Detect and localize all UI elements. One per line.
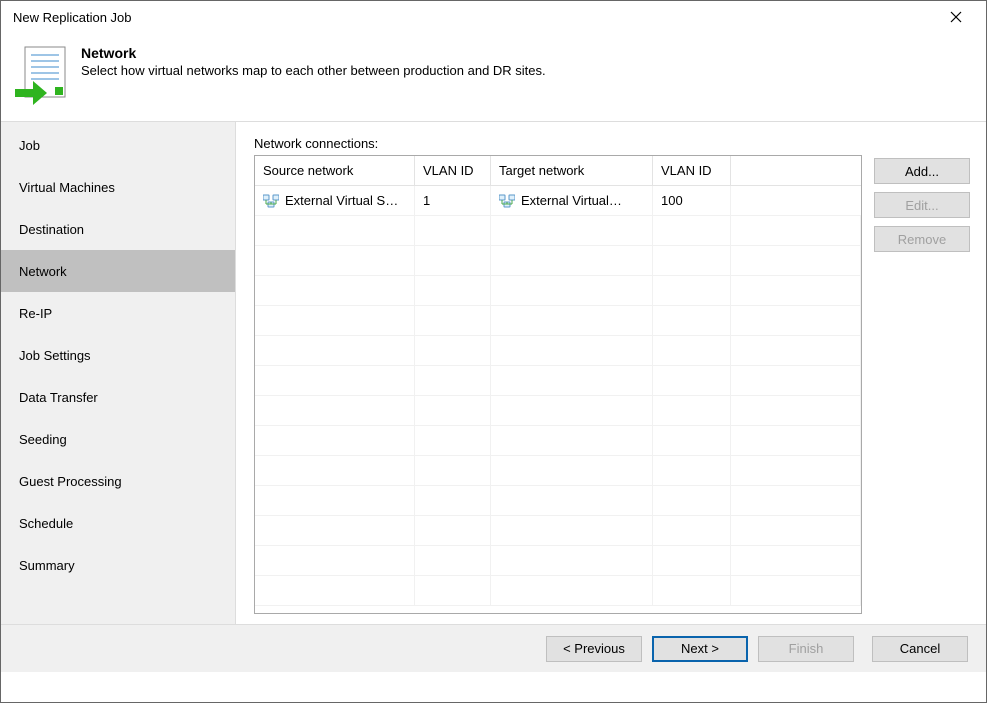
sidebar-item-seeding[interactable]: Seeding <box>1 418 235 460</box>
table-row-empty <box>255 336 861 366</box>
close-button[interactable] <box>936 3 976 31</box>
title-bar: New Replication Job <box>1 1 986 33</box>
edit-button: Edit... <box>874 192 970 218</box>
network-page-icon <box>15 45 67 107</box>
page-description: Select how virtual networks map to each … <box>81 63 546 78</box>
col-source-vlan[interactable]: VLAN ID <box>415 156 491 185</box>
content-panel: Network connections: Source network VLAN… <box>235 122 986 624</box>
network-connections-table[interactable]: Source network VLAN ID Target network VL… <box>254 155 862 614</box>
table-row-empty <box>255 216 861 246</box>
table-label: Network connections: <box>254 136 862 151</box>
sidebar-item-label: Network <box>19 264 67 279</box>
sidebar-item-label: Schedule <box>19 516 73 531</box>
header-text: Network Select how virtual networks map … <box>81 45 546 78</box>
col-target-network[interactable]: Target network <box>491 156 653 185</box>
cell-target-network: External Virtual… <box>521 193 622 208</box>
previous-button[interactable]: < Previous <box>546 636 642 662</box>
sidebar-item-network[interactable]: Network <box>1 250 235 292</box>
table-row-empty <box>255 366 861 396</box>
table-row-empty <box>255 246 861 276</box>
sidebar-item-job-settings[interactable]: Job Settings <box>1 334 235 376</box>
sidebar-item-destination[interactable]: Destination <box>1 208 235 250</box>
sidebar-item-label: Virtual Machines <box>19 180 115 195</box>
close-icon <box>950 11 962 23</box>
col-source-network[interactable]: Source network <box>255 156 415 185</box>
col-spacer <box>731 156 861 185</box>
remove-button: Remove <box>874 226 970 252</box>
sidebar-item-label: Data Transfer <box>19 390 98 405</box>
sidebar-item-label: Summary <box>19 558 75 573</box>
side-button-column: Add... Edit... Remove <box>874 136 970 614</box>
table-row-empty <box>255 396 861 426</box>
cancel-button[interactable]: Cancel <box>872 636 968 662</box>
table-row-empty <box>255 576 861 606</box>
table-row-empty <box>255 546 861 576</box>
sidebar-item-label: Seeding <box>19 432 67 447</box>
table-row-empty <box>255 516 861 546</box>
cell-source-vlan: 1 <box>423 193 430 208</box>
table-row-empty <box>255 456 861 486</box>
window-title: New Replication Job <box>11 10 132 25</box>
col-target-vlan[interactable]: VLAN ID <box>653 156 731 185</box>
sidebar-item-label: Job Settings <box>19 348 91 363</box>
sidebar-item-re-ip[interactable]: Re-IP <box>1 292 235 334</box>
network-icon <box>499 194 515 208</box>
add-button[interactable]: Add... <box>874 158 970 184</box>
sidebar-item-label: Destination <box>19 222 84 237</box>
table-row-empty <box>255 486 861 516</box>
sidebar-item-virtual-machines[interactable]: Virtual Machines <box>1 166 235 208</box>
sidebar-item-data-transfer[interactable]: Data Transfer <box>1 376 235 418</box>
sidebar-item-schedule[interactable]: Schedule <box>1 502 235 544</box>
sidebar-item-label: Job <box>19 138 40 153</box>
page-header: Network Select how virtual networks map … <box>1 33 986 121</box>
cell-target-vlan: 100 <box>661 193 683 208</box>
table-row-empty <box>255 426 861 456</box>
page-title: Network <box>81 45 546 61</box>
next-button[interactable]: Next > <box>652 636 748 662</box>
cell-source-network: External Virtual S… <box>285 193 398 208</box>
table-row-empty <box>255 276 861 306</box>
table-row[interactable]: External Virtual S… 1 Ext <box>255 186 861 216</box>
wizard-sidebar: Job Virtual Machines Destination Network… <box>1 122 235 624</box>
sidebar-item-label: Re-IP <box>19 306 52 321</box>
sidebar-item-job[interactable]: Job <box>1 124 235 166</box>
wizard-footer: < Previous Next > Finish Cancel <box>1 624 986 672</box>
table-row-empty <box>255 306 861 336</box>
sidebar-item-label: Guest Processing <box>19 474 122 489</box>
table-header: Source network VLAN ID Target network VL… <box>255 156 861 186</box>
sidebar-item-summary[interactable]: Summary <box>1 544 235 586</box>
network-icon <box>263 194 279 208</box>
sidebar-item-guest-processing[interactable]: Guest Processing <box>1 460 235 502</box>
finish-button: Finish <box>758 636 854 662</box>
